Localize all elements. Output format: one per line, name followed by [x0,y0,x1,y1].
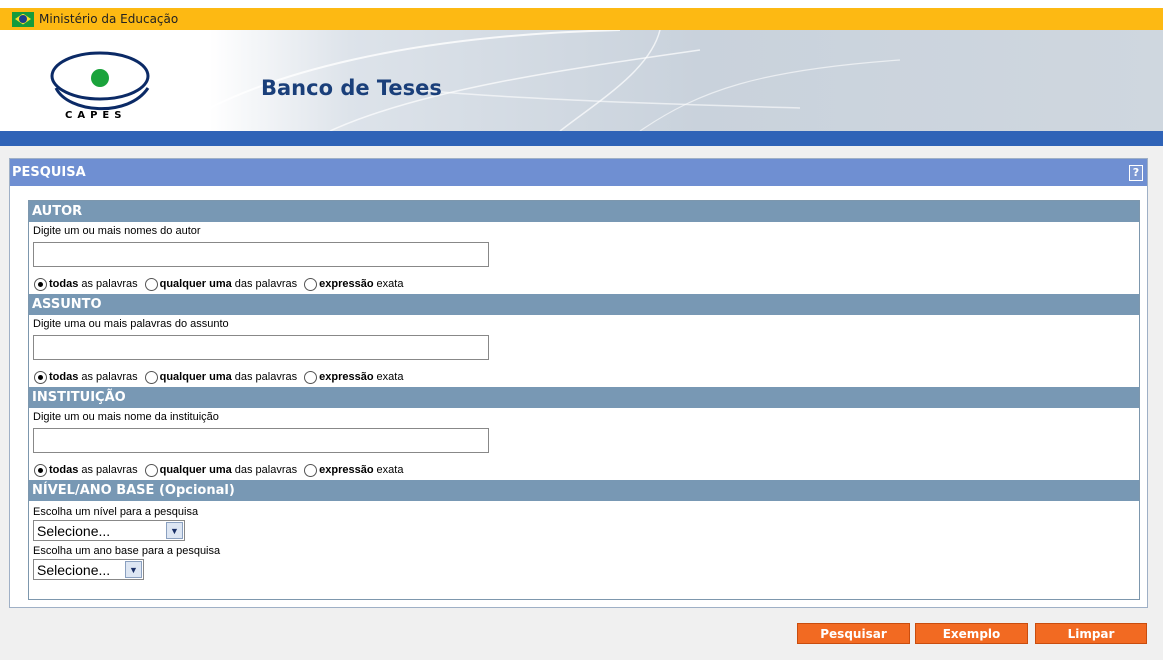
instituicao-option-todas[interactable]: todas as palavras [33,463,138,477]
radio-unchecked-icon[interactable] [144,370,158,384]
nivel-select-value: Selecione... [37,522,111,539]
panel-title: PESQUISA [12,165,86,180]
option-bold-label: expressão [319,278,374,290]
instituicao-radio-group: todas as palavras qualquer uma das palav… [33,462,1135,478]
section-body-autor: Digite um ou mais nomes do autor todas a… [29,222,1139,292]
nivel-select[interactable]: Selecione... ▼ [33,520,185,541]
option-label: das palavras [234,464,298,476]
exemplo-button[interactable]: Exemplo [915,623,1028,644]
assunto-option-expressao[interactable]: expressão exata [303,370,404,384]
option-bold-label: qualquer uma [159,278,232,290]
section-body-instituicao: Digite um ou mais nome da instituição to… [29,408,1139,478]
banner-swirl-decoration [169,30,901,131]
ano-select-value: Selecione... [37,561,111,578]
radio-unchecked-icon[interactable] [304,277,318,291]
limpar-button[interactable]: Limpar [1035,623,1147,644]
section-header-instituicao: INSTITUIÇÃO [29,387,1139,408]
radio-unchecked-icon[interactable] [304,370,318,384]
assunto-label: Digite uma ou mais palavras do assunto [33,318,229,330]
instituicao-option-expressao[interactable]: expressão exata [303,463,404,477]
autor-radio-group: todas as palavras qualquer uma das palav… [33,276,1135,292]
blue-strip [0,131,1163,146]
radio-checked-icon[interactable] [34,370,47,384]
ano-label: Escolha um ano base para a pesquisa [33,545,221,557]
instituicao-input[interactable] [33,428,489,453]
assunto-option-qualquer[interactable]: qualquer uma das palavras [144,370,298,384]
option-label: exata [376,464,404,476]
instituicao-option-qualquer[interactable]: qualquer uma das palavras [144,463,298,477]
chevron-down-icon[interactable]: ▼ [166,522,183,539]
section-body-assunto: Digite uma ou mais palavras do assunto t… [29,315,1139,385]
option-bold-label: todas [49,464,79,476]
brazil-flag-icon [12,11,34,27]
section-title: NÍVEL/ANO BASE (Opcional) [32,483,235,498]
gov-bar: Ministério da Educação [0,0,1163,30]
option-bold-label: todas [49,371,79,383]
option-bold-label: qualquer uma [159,464,232,476]
radio-checked-icon[interactable] [34,277,47,291]
autor-input[interactable] [33,242,489,267]
radio-unchecked-icon[interactable] [304,463,318,477]
option-label: as palavras [81,371,138,383]
instituicao-label: Digite um ou mais nome da instituição [33,411,219,423]
ano-select[interactable]: Selecione... ▼ [33,559,144,580]
option-bold-label: expressão [319,371,374,383]
radio-unchecked-icon[interactable] [144,463,158,477]
gov-bar-title[interactable]: Ministério da Educação [39,12,178,26]
chevron-down-icon[interactable]: ▼ [125,561,142,578]
option-bold-label: todas [49,278,79,290]
search-form: AUTOR Digite um ou mais nomes do autor t… [28,200,1140,600]
section-header-nivel: NÍVEL/ANO BASE (Opcional) [29,480,1139,501]
autor-option-todas[interactable]: todas as palavras [33,277,138,291]
autor-option-qualquer[interactable]: qualquer uma das palavras [144,277,298,291]
section-title: ASSUNTO [32,297,102,312]
help-icon[interactable]: ? [1129,164,1143,181]
autor-option-expressao[interactable]: expressão exata [303,277,404,291]
section-title: INSTITUIÇÃO [32,390,126,405]
section-header-autor: AUTOR [29,201,1139,222]
assunto-option-todas[interactable]: todas as palavras [33,370,138,384]
site-title: Banco de Teses [261,76,442,100]
option-bold-label: qualquer uma [159,371,232,383]
section-title: AUTOR [32,204,83,219]
option-bold-label: expressão [319,464,374,476]
assunto-input[interactable] [33,335,489,360]
option-label: as palavras [81,278,138,290]
assunto-radio-group: todas as palavras qualquer uma das palav… [33,369,1135,385]
autor-label: Digite um ou mais nomes do autor [33,225,201,237]
radio-checked-icon[interactable] [34,463,47,477]
option-label: exata [376,278,404,290]
logo-text: CAPES [65,110,127,121]
option-label: das palavras [234,278,298,290]
option-label: exata [376,371,404,383]
header-banner: CAPES Banco de Teses [0,30,1163,131]
radio-unchecked-icon[interactable] [144,277,158,291]
section-header-assunto: ASSUNTO [29,294,1139,315]
option-label: as palavras [81,464,138,476]
nivel-label: Escolha um nível para a pesquisa [33,506,199,518]
section-body-nivel: Escolha um nível para a pesquisa Selecio… [29,501,1139,580]
pesquisar-button[interactable]: Pesquisar [797,623,910,644]
panel-header: PESQUISA ? [10,159,1147,186]
option-label: das palavras [234,371,298,383]
